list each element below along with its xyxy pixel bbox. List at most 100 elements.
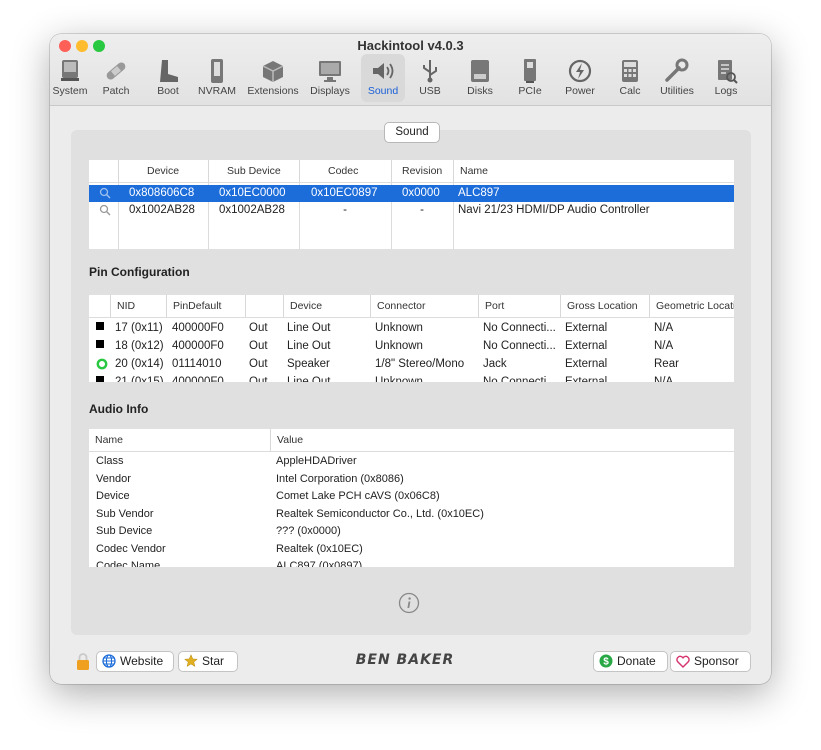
black-square-icon: [96, 320, 110, 337]
sub-device-id: 0x1002AB28: [219, 204, 285, 216]
kext-box-icon: [262, 61, 284, 82]
audio-col-value[interactable]: Value: [270, 429, 734, 451]
devices-col-sub-device[interactable]: Sub Device: [208, 160, 299, 182]
magnifier-icon[interactable]: [99, 202, 115, 219]
magnifier-icon[interactable]: [99, 185, 115, 202]
toolbar-item-calc[interactable]: Calc: [610, 54, 650, 102]
calculator-icon: [622, 60, 638, 82]
globe-icon: [102, 654, 116, 674]
footer-bar: Website Star BEN BAKER $ Donate Sponsor: [50, 644, 771, 684]
pin-geometric: N/A: [654, 340, 674, 352]
speaker-icon: [373, 63, 394, 79]
pin-port: No Connecti...: [483, 322, 556, 334]
devices-row[interactable]: 0x808606C8 0x10EC0000 0x10EC0897 0x0000 …: [89, 185, 734, 202]
audio-info-row[interactable]: Sub Device ??? (0x0000): [89, 523, 734, 540]
wrench-icon: [665, 58, 689, 82]
toolbar-item-power[interactable]: Power: [556, 54, 604, 102]
devices-table[interactable]: Device Sub Device Codec Revision Name 0x…: [89, 160, 734, 249]
devices-col-name[interactable]: Name: [453, 160, 734, 182]
svg-text:$: $: [603, 657, 609, 668]
info-icon[interactable]: [398, 592, 420, 614]
pin-connector: 1/8" Stereo/Mono: [375, 358, 465, 370]
toolbar-item-displays[interactable]: Displays: [305, 54, 355, 102]
audio-info-name: Codec Vendor: [96, 542, 166, 555]
pin-nid: 21 (0x15): [115, 376, 164, 382]
toolbar-item-system[interactable]: System: [50, 54, 92, 102]
pin-col-direction[interactable]: [245, 295, 283, 317]
toolbar-item-extensions[interactable]: Extensions: [245, 54, 301, 102]
pin-nid: 20 (0x14): [115, 358, 164, 370]
audio-info-value: Comet Lake PCH cAVS (0x06C8): [276, 490, 440, 502]
devices-col-codec[interactable]: Codec: [299, 160, 391, 182]
display-icon: [319, 61, 341, 82]
toolbar-item-boot[interactable]: Boot: [146, 54, 190, 102]
pin-col-gross-location[interactable]: Gross Location: [560, 295, 649, 317]
toolbar-item-sound[interactable]: Sound: [361, 54, 405, 102]
star-button[interactable]: Star: [178, 651, 238, 672]
toolbar-item-usb[interactable]: USB: [410, 54, 450, 102]
pin-col-port[interactable]: Port: [478, 295, 560, 317]
pin-device: Speaker: [287, 358, 330, 370]
disk-icon: [471, 60, 489, 82]
devices-row[interactable]: 0x1002AB28 0x1002AB28 - - Navi 21/23 HDM…: [89, 202, 734, 219]
devices-col-device[interactable]: Device: [118, 160, 208, 182]
audio-info-name: Sub Vendor: [96, 507, 154, 520]
pin-connector: Unknown: [375, 340, 423, 352]
sponsor-button[interactable]: Sponsor: [670, 651, 751, 672]
audio-info-name: Vendor: [96, 472, 131, 485]
tab-sound[interactable]: Sound: [384, 122, 440, 143]
donate-button[interactable]: $ Donate: [593, 651, 668, 672]
audio-info-row[interactable]: Codec Name ALC897 (0x0897): [89, 558, 734, 567]
audio-info-value: Intel Corporation (0x8086): [276, 472, 404, 485]
pin-device: Line Out: [287, 322, 331, 334]
pin-geometric: N/A: [654, 322, 674, 334]
pin-col-device[interactable]: Device: [283, 295, 370, 317]
device-id: 0x808606C8: [129, 187, 195, 199]
dollar-icon: $: [599, 654, 613, 674]
audio-info-row[interactable]: Sub Vendor Realtek Semiconductor Co., Ltd…: [89, 506, 734, 523]
pin-nid: 18 (0x12): [115, 340, 164, 352]
pin-col-nid[interactable]: NID: [110, 295, 166, 317]
black-square-icon: [96, 374, 110, 382]
audio-info-table[interactable]: Name Value Class AppleHDADriver Vendor Inte…: [89, 429, 734, 567]
toolbar-item-logs[interactable]: Logs: [706, 54, 746, 102]
pin-connector: Unknown: [375, 322, 423, 334]
pin-row[interactable]: 21 (0x15) 400000F0 Out Line Out Unknown No Co…: [89, 374, 734, 382]
toolbar-item-disks[interactable]: Disks: [458, 54, 502, 102]
black-square-icon: [96, 338, 110, 355]
pin-nid: 17 (0x11): [115, 322, 163, 334]
pin-geometric: N/A: [654, 376, 674, 382]
toolbar-item-pcie[interactable]: PCIe: [508, 54, 552, 102]
pin-col-pindefault[interactable]: PinDefault: [166, 295, 245, 317]
audio-info-row[interactable]: Codec Vendor Realtek (0x10EC): [89, 541, 734, 558]
audio-info-row[interactable]: Vendor Intel Corporation (0x8086): [89, 471, 734, 488]
pin-col-geometric-location[interactable]: Geometric Locati: [649, 295, 734, 317]
pin-dir: Out: [249, 322, 268, 334]
audio-info-row[interactable]: Class AppleHDADriver: [89, 453, 734, 470]
audio-info-title: Audio Info: [89, 402, 149, 416]
website-button[interactable]: Website: [96, 651, 174, 672]
pin-port: Jack: [483, 358, 507, 370]
audio-info-row[interactable]: Device Comet Lake PCH cAVS (0x06C8): [89, 488, 734, 505]
audio-col-name[interactable]: Name: [89, 429, 270, 451]
audio-info-name: Class: [96, 455, 124, 467]
toolbar-item-nvram[interactable]: NVRAM: [195, 54, 239, 102]
pin-row[interactable]: 18 (0x12) 400000F0 Out Line Out Unknown No Co…: [89, 338, 734, 355]
devices-col-revision[interactable]: Revision: [391, 160, 453, 182]
pin-col-connector[interactable]: Connector: [370, 295, 478, 317]
toolbar-item-patch[interactable]: Patch: [92, 54, 140, 102]
app-window: Hackintool v4.0.3 System Patch Boot NVRA…: [50, 34, 771, 684]
pin-pindefault: 400000F0: [172, 340, 224, 352]
devices-table-header: Device Sub Device Codec Revision Name: [89, 160, 734, 183]
green-circle-icon: [96, 356, 110, 373]
codec-id: 0x10EC0897: [311, 187, 378, 199]
device-name: ALC897: [458, 187, 500, 199]
toolbar-item-utilities[interactable]: Utilities: [652, 54, 702, 102]
pin-config-table[interactable]: NID PinDefault Device Connector Port Gro…: [89, 295, 734, 382]
pin-row[interactable]: 20 (0x14) 01114010 Out Speaker 1/8" Stereo/M…: [89, 356, 734, 373]
window-title: Hackintool v4.0.3: [357, 38, 464, 53]
audio-info-table-header: Name Value: [89, 429, 734, 452]
pin-gross: External: [565, 376, 608, 382]
lock-icon[interactable]: [76, 653, 90, 670]
pin-row[interactable]: 17 (0x11) 400000F0 Out Line Out Unknown No Co…: [89, 320, 734, 337]
